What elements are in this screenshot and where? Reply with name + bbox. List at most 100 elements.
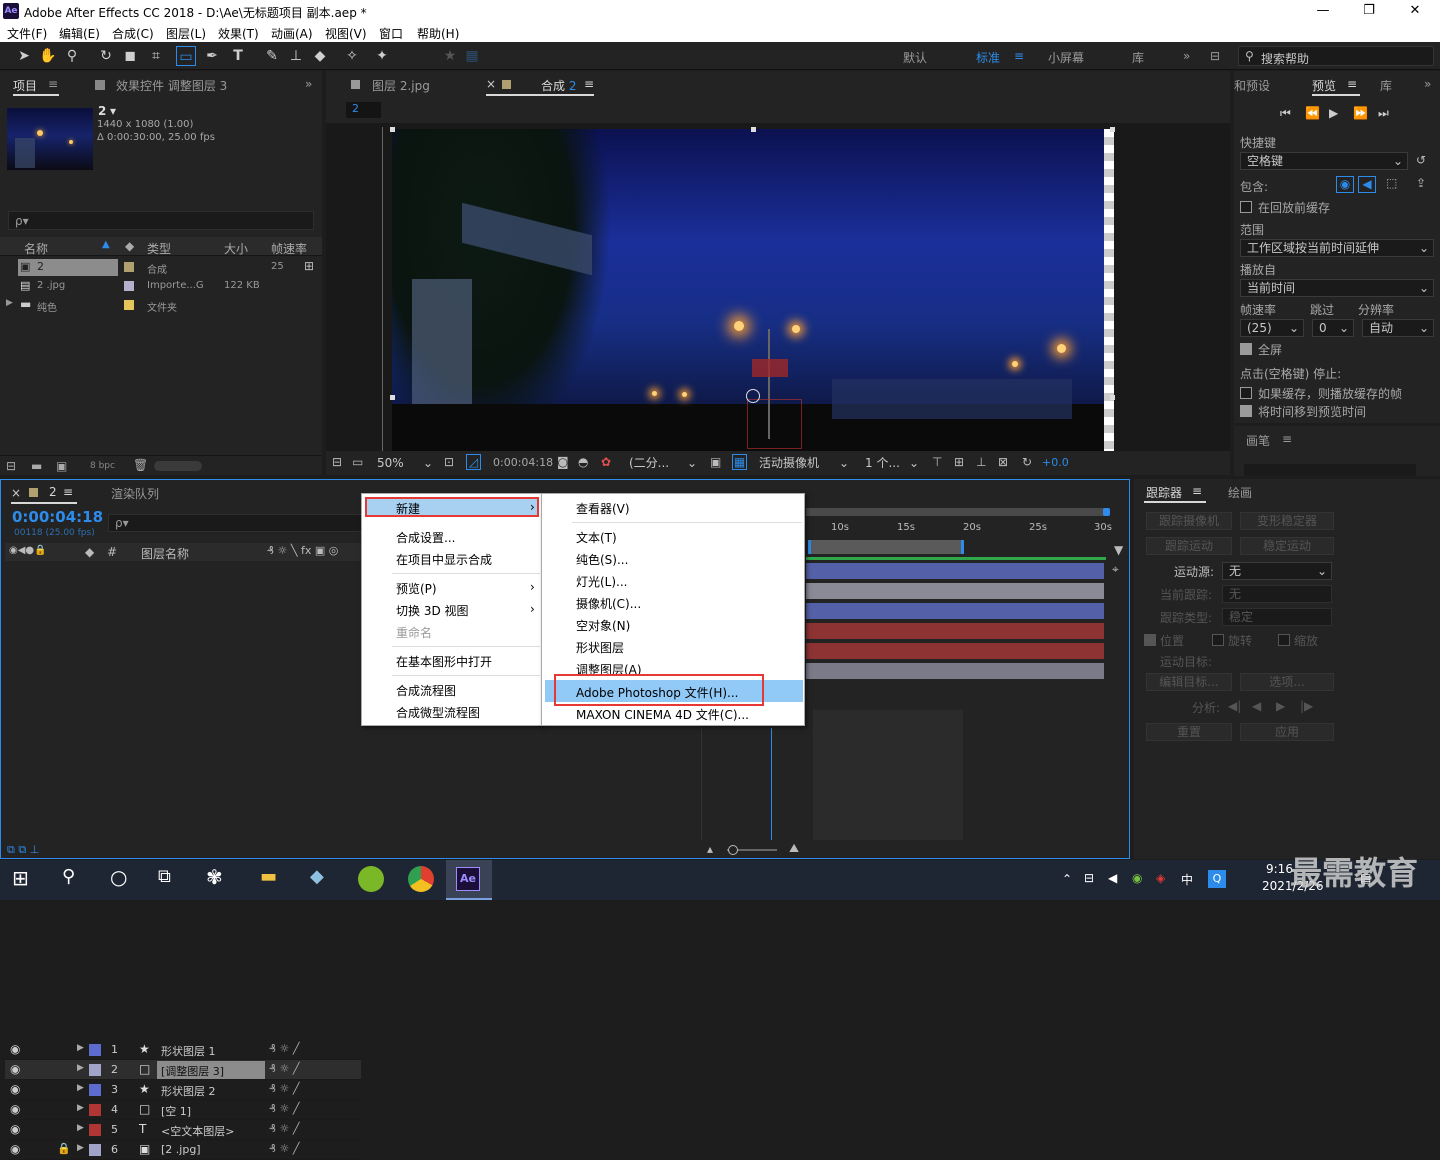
clone-stamp-tool-icon[interactable]: ⊥: [286, 46, 306, 66]
menu-item-reveal-in-project[interactable]: 在项目中显示合成: [396, 551, 492, 568]
skip-dropdown[interactable]: 0 ⌄: [1312, 319, 1354, 337]
layer-label-swatch[interactable]: [89, 1124, 101, 1136]
project-search-input[interactable]: ρ▾: [8, 211, 314, 230]
expand-arrow-icon[interactable]: ▶: [77, 1103, 84, 1113]
viewer-canvas[interactable]: [326, 123, 1230, 451]
notes-app-icon[interactable]: ◆: [310, 866, 324, 887]
bpc-label[interactable]: 8 bpc: [90, 461, 115, 471]
region-icon[interactable]: ▣: [710, 455, 721, 469]
pinwheel-app-icon[interactable]: ✾: [206, 865, 223, 889]
submenu-item-solid[interactable]: 纯色(S)...: [576, 551, 628, 568]
play-from-dropdown[interactable]: 当前时间 ⌄: [1240, 279, 1434, 297]
hand-tool-icon[interactable]: ✋: [38, 46, 58, 66]
minimize-button[interactable]: —: [1300, 1, 1346, 21]
region-of-interest-icon[interactable]: ◿: [466, 454, 481, 470]
layer-duration-bar[interactable]: [806, 663, 1104, 679]
reset-button[interactable]: 重置: [1146, 723, 1232, 741]
flowchart-icon[interactable]: ⊞: [304, 259, 314, 273]
reset-exposure-icon[interactable]: ↻: [1022, 455, 1032, 469]
zoom-in-icon[interactable]: ⛰: [789, 841, 799, 856]
include-overlay-icon[interactable]: ⬚: [1386, 176, 1397, 190]
menu-animation[interactable]: 动画(A): [271, 25, 313, 42]
move-time-checkbox[interactable]: [1240, 405, 1252, 417]
tab-preview[interactable]: 预览: [1312, 77, 1336, 94]
menu-item-comp-settings[interactable]: 合成设置...: [396, 529, 455, 546]
volume-icon[interactable]: ◀: [1108, 871, 1117, 885]
monitor-icon[interactable]: ▭: [352, 455, 363, 469]
panel-menu-icon[interactable]: ≡: [584, 77, 594, 91]
project-row[interactable]: ▶ ▬ 纯色 文件夹: [0, 296, 322, 315]
melon-app-icon[interactable]: [358, 866, 384, 892]
layer-switches-icon[interactable]: ₰ ☼ ╱: [269, 1102, 299, 1115]
layer-row[interactable]: ◉ ▶ 2 □ [调整图层 3] ₰ ☼ ╱: [5, 1060, 361, 1080]
workspace-library[interactable]: 库: [1132, 49, 1144, 66]
comp-marker-icon[interactable]: ▼: [1114, 543, 1123, 557]
play-cached-checkbox[interactable]: [1240, 387, 1252, 399]
tab-effects-presets[interactable]: 和预设: [1234, 77, 1270, 94]
after-effects-taskbar-item[interactable]: Ae: [446, 860, 492, 900]
nvidia-icon[interactable]: ◉: [1132, 871, 1142, 885]
menu-item-rename[interactable]: 重命名: [396, 624, 432, 641]
analyze-back-icon[interactable]: ◀: [1252, 699, 1261, 713]
windows-start-icon[interactable]: ⊞: [12, 866, 29, 890]
channel-icon[interactable]: ✿: [601, 455, 611, 469]
tab-render-queue[interactable]: 渲染队列: [111, 485, 159, 502]
rotation-checkbox[interactable]: [1212, 634, 1224, 646]
first-frame-icon[interactable]: ⏮: [1280, 106, 1291, 121]
clock-time[interactable]: 9:16: [1266, 862, 1293, 876]
fullscreen-checkbox[interactable]: [1240, 343, 1252, 355]
col-type[interactable]: 类型: [147, 240, 171, 257]
expand-arrow-icon[interactable]: ▶: [77, 1043, 84, 1053]
tab-tracker[interactable]: 跟踪器: [1146, 484, 1182, 501]
ime-indicator[interactable]: 中: [1181, 871, 1193, 888]
layer-duration-bar[interactable]: [806, 643, 1104, 659]
rotate-tool-icon[interactable]: ↻: [96, 46, 116, 66]
menu-edit[interactable]: 编辑(E): [59, 25, 100, 42]
analyze-back-frame-icon[interactable]: ◀|: [1228, 699, 1241, 713]
workspace-menu-icon[interactable]: ≡: [1014, 49, 1024, 63]
type-tool-icon[interactable]: T: [228, 46, 248, 66]
prev-frame-icon[interactable]: ⏪: [1305, 106, 1320, 120]
resolution-dropdown[interactable]: (二分... ⌄: [622, 454, 702, 472]
always-preview-icon[interactable]: ⊟: [332, 455, 342, 469]
project-row[interactable]: ▤ 2 .jpg Importe...G 122 KB: [0, 277, 322, 296]
menu-item-switch-3d-view[interactable]: 切换 3D 视图: [396, 602, 469, 619]
current-track-dropdown[interactable]: 无: [1222, 585, 1332, 603]
menu-effect[interactable]: 效果(T): [218, 25, 259, 42]
menu-item-comp-flowchart[interactable]: 合成流程图: [396, 682, 456, 699]
search-icon[interactable]: ⚲: [62, 866, 75, 887]
range-dropdown[interactable]: 工作区域按当前时间延伸 ⌄: [1240, 239, 1434, 257]
flowchart-icon[interactable]: ⊠: [998, 455, 1008, 469]
panel-menu-icon[interactable]: ≡: [63, 485, 73, 499]
menu-view[interactable]: 视图(V): [325, 25, 367, 42]
include-audio-icon[interactable]: ◀: [1358, 176, 1376, 193]
expand-arrow-icon[interactable]: ▶: [77, 1143, 84, 1153]
layer-label-swatch[interactable]: [89, 1044, 101, 1056]
layer-label-swatch[interactable]: [89, 1104, 101, 1116]
layer-label-swatch[interactable]: [89, 1064, 101, 1076]
col-size[interactable]: 大小: [224, 240, 248, 257]
export-icon[interactable]: ⇪: [1416, 176, 1426, 190]
workspace-default[interactable]: 默认: [903, 49, 927, 66]
close-tab-icon[interactable]: ×: [11, 486, 21, 500]
work-area-bar[interactable]: [808, 540, 964, 554]
tab-effect-controls[interactable]: 效果控件 调整图层 3: [116, 77, 227, 94]
visibility-eye-icon[interactable]: ◉: [10, 1062, 20, 1076]
tab-brush[interactable]: 画笔: [1246, 432, 1270, 449]
sync-icon[interactable]: ⊟: [1210, 49, 1220, 63]
layer-duration-bar[interactable]: [806, 563, 1104, 579]
menu-window[interactable]: 窗口: [379, 25, 403, 42]
panel-more-icon[interactable]: »: [305, 77, 312, 91]
viewer-timecode[interactable]: 0:00:04:18: [493, 456, 553, 469]
layer-switches-icon[interactable]: ₰ ☼ ╱: [269, 1142, 299, 1155]
panel-more-icon[interactable]: »: [1424, 77, 1431, 91]
close-button[interactable]: ✕: [1392, 1, 1438, 21]
interpret-footage-icon[interactable]: ⊟: [6, 459, 16, 473]
chrome-icon[interactable]: [408, 866, 434, 892]
col-layer-name[interactable]: 图层名称: [141, 545, 189, 562]
track-camera-button[interactable]: 跟踪摄像机: [1146, 512, 1232, 530]
submenu-item-cinema4d-file[interactable]: MAXON CINEMA 4D 文件(C)...: [576, 706, 749, 723]
comp-button-icon[interactable]: ⌖: [1112, 562, 1119, 577]
pan-behind-tool-icon[interactable]: ⌗: [146, 46, 166, 66]
visibility-eye-icon[interactable]: ◉: [10, 1082, 20, 1096]
